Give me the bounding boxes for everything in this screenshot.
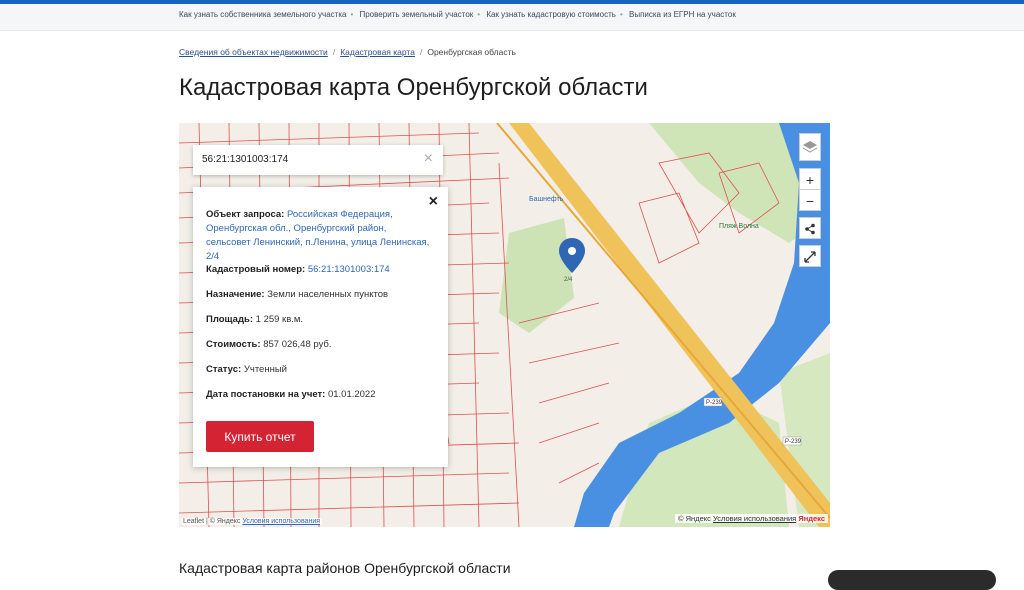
leaflet-link[interactable]: Leaflet <box>183 518 204 525</box>
zoom-out-button[interactable]: − <box>799 189 821 211</box>
map-label-road-2: Р-239 <box>785 439 802 445</box>
cadastral-map[interactable]: Башнефть Пляж Волна Р-239 Р-239 2/4 56:2… <box>179 123 830 527</box>
info-date-label: Дата постановки на учет: <box>206 389 326 400</box>
map-label-plazh: Пляж Волна <box>719 223 759 230</box>
terms-link-right[interactable]: Условия использования <box>713 514 796 523</box>
breadcrumb: Сведения об объектах недвижимости / Кадаст… <box>179 47 516 57</box>
breadcrumb-item-map[interactable]: Кадастровая карта <box>340 47 415 57</box>
info-area-label: Площадь: <box>206 314 253 325</box>
clear-search-icon[interactable]: × <box>424 150 433 168</box>
map-label-road: Р-239 <box>706 400 723 406</box>
subnav-separator: • <box>619 10 623 19</box>
yandex-logo: Яндекс <box>798 514 825 523</box>
info-status-value: Учтенный <box>243 364 287 375</box>
map-label-pin-number: 2/4 <box>564 277 573 283</box>
info-date-value: 01.01.2022 <box>327 389 376 400</box>
info-area-value: 1 259 кв.м. <box>255 314 304 325</box>
search-input[interactable]: 56:21:1301003:174 <box>202 154 288 165</box>
breadcrumb-item-region: Оренбургская область <box>427 47 516 57</box>
fullscreen-icon[interactable] <box>799 245 821 267</box>
map-attribution-right: © Яндекс Условия использования Яндекс <box>675 514 828 523</box>
info-purpose-value: Земли населенных пунктов <box>267 289 389 300</box>
info-area-row: Площадь: 1 259 кв.м. <box>206 313 303 327</box>
parcel-info-card: × Объект запроса: Российская Федерация, … <box>193 187 448 467</box>
share-icon[interactable] <box>799 217 821 239</box>
info-cadastral-value[interactable]: 56:21:1301003:174 <box>308 264 390 275</box>
subnav-separator: • <box>350 10 354 19</box>
map-label-bashneft: Башнефть <box>529 196 564 203</box>
subnav-link-owner[interactable]: Как узнать собственника земельного участ… <box>179 10 346 19</box>
terms-link-left[interactable]: Условия использования <box>242 518 320 525</box>
breadcrumb-separator: / <box>419 47 423 57</box>
info-status-label: Статус: <box>206 364 242 375</box>
breadcrumb-separator: / <box>332 47 336 57</box>
info-purpose-row: Назначение: Земли населенных пунктов <box>206 288 388 302</box>
yandex-copyright-right: © Яндекс <box>678 514 711 523</box>
info-purpose-label: Назначение: <box>206 289 265 300</box>
info-cost-row: Стоимость: 857 026,48 руб. <box>206 338 332 352</box>
subnav-link-check[interactable]: Проверить земельный участок <box>359 10 473 19</box>
info-cadastral-row: Кадастровый номер: 56:21:1301003:174 <box>206 263 390 277</box>
sub-navigation: Как узнать собственника земельного участ… <box>0 4 1024 31</box>
yandex-copyright-left: | © Яндекс <box>205 518 241 525</box>
info-date-row: Дата постановки на учет: 01.01.2022 <box>206 388 376 402</box>
zoom-in-button[interactable]: + <box>799 168 821 190</box>
breadcrumb-item-realty[interactable]: Сведения об объектах недвижимости <box>179 47 328 57</box>
page-title: Кадастровая карта Оренбургской области <box>179 74 648 101</box>
subnav-separator: • <box>477 10 481 19</box>
info-cadastral-label: Кадастровый номер: <box>206 264 306 275</box>
info-status-row: Статус: Учтенный <box>206 363 287 377</box>
floating-action-button[interactable] <box>828 570 996 590</box>
map-attribution-left: Leaflet | © Яндекс Условия использования <box>181 518 323 525</box>
subnav-link-cost[interactable]: Как узнать кадастровую стоимость <box>486 10 616 19</box>
info-cost-value: 857 026,48 руб. <box>263 339 332 350</box>
section-heading-districts: Кадастровая карта районов Оренбургской о… <box>179 560 511 576</box>
subnav-link-egrn[interactable]: Выписка из ЕГРН на участок <box>629 10 736 19</box>
layers-icon[interactable] <box>799 133 821 161</box>
info-cost-label: Стоимость: <box>206 339 261 350</box>
cadastral-search-box[interactable]: 56:21:1301003:174 × <box>193 145 443 175</box>
info-request-row: Объект запроса: Российская Федерация, Ор… <box>206 208 431 264</box>
buy-report-button[interactable]: Купить отчет <box>206 421 314 452</box>
info-request-label: Объект запроса: <box>206 209 285 220</box>
